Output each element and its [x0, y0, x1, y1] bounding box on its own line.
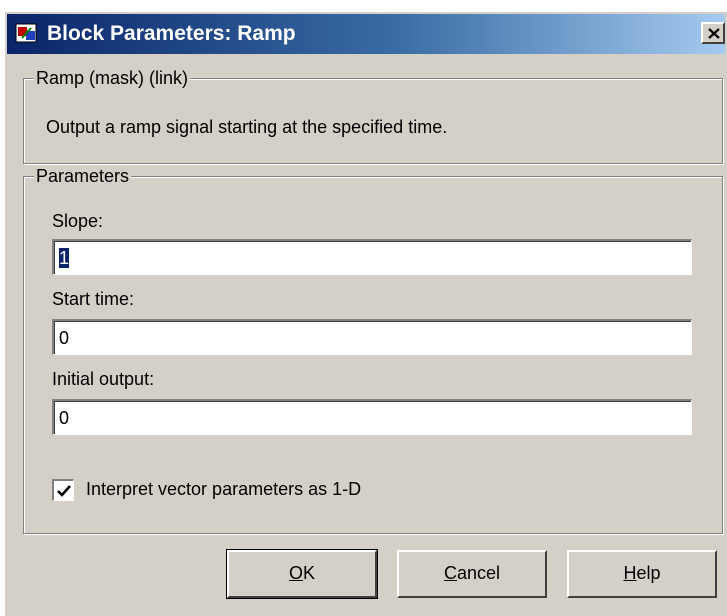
cancel-button[interactable]: Cancel [397, 550, 547, 598]
slope-input[interactable]: 1 [52, 239, 692, 275]
slope-label: Slope: [52, 211, 104, 231]
window-title: Block Parameters: Ramp [47, 22, 296, 45]
block-description: Output a ramp signal starting at the spe… [46, 117, 448, 137]
description-group-legend: Ramp (mask) (link) [34, 67, 191, 89]
help-label-rest: elp [636, 563, 661, 583]
ok-button[interactable]: OK [226, 549, 378, 599]
title-bar[interactable]: Block Parameters: Ramp [7, 14, 725, 54]
interpret-vector-checkbox[interactable] [52, 479, 74, 501]
initial-output-value: 0 [59, 408, 70, 428]
ok-mnemonic: O [288, 563, 303, 583]
block-parameters-dialog: Block Parameters: Ramp Ramp (mask) (link… [3, 10, 727, 616]
start-time-value: 0 [59, 328, 70, 348]
simulink-block-icon [15, 22, 39, 46]
help-button[interactable]: Help [567, 550, 717, 598]
description-group: Ramp (mask) (link) Output a ramp signal … [23, 67, 723, 164]
checkmark-icon [57, 485, 71, 497]
parameters-group: Parameters Slope: 1 Start time: 0 Initia… [23, 165, 723, 534]
close-button[interactable] [701, 22, 725, 44]
interpret-vector-label[interactable]: Interpret vector parameters as 1-D [86, 479, 361, 500]
initial-output-input[interactable]: 0 [52, 399, 692, 435]
parameters-group-legend: Parameters [34, 165, 132, 187]
close-icon [708, 28, 720, 39]
cancel-label-rest: ancel [456, 563, 501, 583]
slope-value: 1 [59, 248, 70, 268]
initial-output-label: Initial output: [52, 369, 155, 389]
ok-label-rest: K [303, 563, 316, 583]
cancel-mnemonic: C [443, 563, 457, 583]
help-mnemonic: H [623, 563, 637, 583]
start-time-label: Start time: [52, 289, 135, 309]
start-time-input[interactable]: 0 [52, 319, 692, 355]
